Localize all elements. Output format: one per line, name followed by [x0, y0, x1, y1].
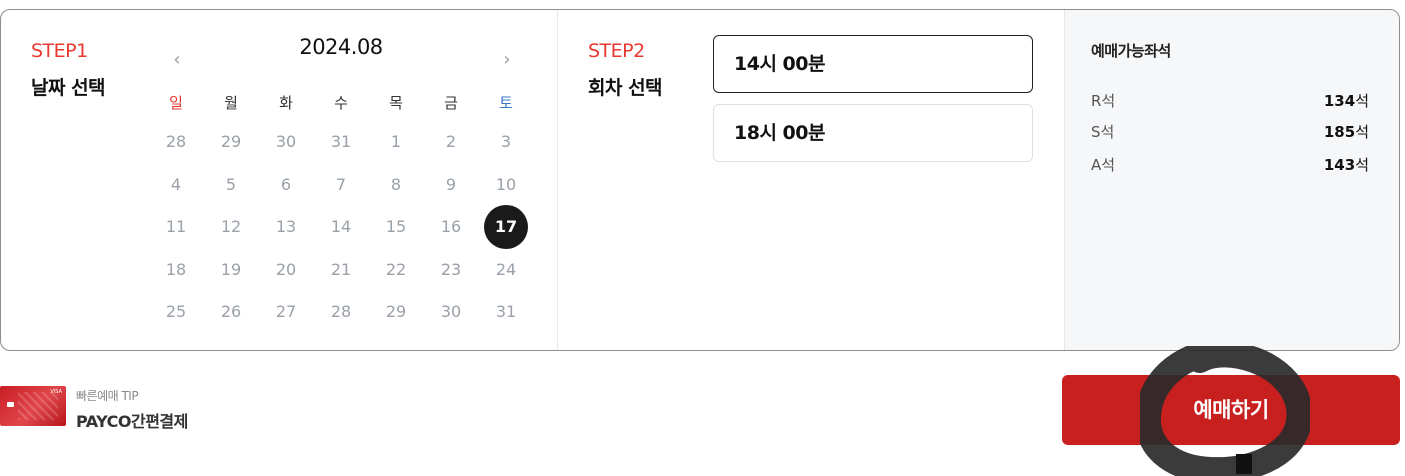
- available-seats-section: 예매가능좌석 R석 134석 S석 185석 A석 143석: [1065, 10, 1399, 350]
- available-seats-title: 예매가능좌석: [1091, 42, 1171, 60]
- card-brand-label: VISA: [50, 389, 62, 395]
- seat-row-a: A석 143석: [1091, 154, 1369, 176]
- calendar-day[interactable]: 17: [484, 205, 528, 249]
- calendar-day[interactable]: 6: [264, 163, 308, 207]
- calendar-day[interactable]: 2: [429, 120, 473, 164]
- book-button[interactable]: 예매하기: [1062, 375, 1400, 445]
- calendar-day[interactable]: 21: [319, 248, 363, 292]
- calendar-day[interactable]: 22: [374, 248, 418, 292]
- weekday-label: 목: [389, 94, 403, 112]
- calendar-day[interactable]: 10: [484, 163, 528, 207]
- calendar-day[interactable]: 13: [264, 205, 308, 249]
- calendar-day[interactable]: 3: [484, 120, 528, 164]
- seat-count: 143석: [1323, 156, 1369, 174]
- calendar-day[interactable]: 4: [154, 163, 198, 207]
- calendar-day[interactable]: 31: [484, 290, 528, 334]
- step2-label: STEP2: [588, 40, 645, 62]
- calendar-day[interactable]: 5: [209, 163, 253, 207]
- seat-count: 185석: [1323, 123, 1369, 141]
- weekday-label: 화: [279, 94, 293, 112]
- calendar-day[interactable]: 18: [154, 248, 198, 292]
- calendar-day[interactable]: 26: [209, 290, 253, 334]
- calendar-day[interactable]: 31: [319, 120, 363, 164]
- seat-row-r: R석 134석: [1091, 90, 1369, 112]
- calendar-day[interactable]: 28: [154, 120, 198, 164]
- next-month-icon[interactable]: ›: [495, 48, 519, 72]
- calendar-day[interactable]: 14: [319, 205, 363, 249]
- calendar-day[interactable]: 15: [374, 205, 418, 249]
- calendar-day[interactable]: 1: [374, 120, 418, 164]
- calendar-day[interactable]: 9: [429, 163, 473, 207]
- calendar-day[interactable]: 29: [374, 290, 418, 334]
- calendar-day[interactable]: 27: [264, 290, 308, 334]
- weekday-label: 일: [169, 94, 183, 112]
- time-option-1800[interactable]: 18시 00분: [713, 104, 1033, 162]
- time-option-1400[interactable]: 14시 00분: [713, 35, 1033, 93]
- weekday-label: 수: [334, 94, 348, 112]
- calendar-day[interactable]: 16: [429, 205, 473, 249]
- seat-count: 134석: [1323, 92, 1369, 110]
- calendar-day[interactable]: 11: [154, 205, 198, 249]
- step1-title: 날짜 선택: [31, 77, 106, 99]
- calendar-day[interactable]: 7: [319, 163, 363, 207]
- calendar-day[interactable]: 8: [374, 163, 418, 207]
- calendar-day[interactable]: 20: [264, 248, 308, 292]
- booking-panel: STEP1 날짜 선택 ‹ 2024.08 › 일월화수목금토 28 29 30 31…: [0, 9, 1400, 351]
- calendar-day[interactable]: 24: [484, 248, 528, 292]
- tip-label: 빠른예매 TIP: [76, 389, 139, 403]
- calendar-day[interactable]: 19: [209, 248, 253, 292]
- calendar-day[interactable]: 28: [319, 290, 363, 334]
- calendar-day[interactable]: 25: [154, 290, 198, 334]
- weekday-label: 금: [444, 94, 458, 112]
- calendar-day[interactable]: 30: [429, 290, 473, 334]
- weekday-label: 월: [224, 94, 238, 112]
- time-selection-section: STEP2 회차 선택 14시 00분 18시 00분: [558, 10, 1065, 350]
- payco-card-icon: VISA: [0, 386, 66, 426]
- calendar-day[interactable]: 30: [264, 120, 308, 164]
- seat-grade: S석: [1091, 123, 1115, 141]
- calendar-month: 2024.08: [299, 35, 383, 59]
- weekday-label: 토: [499, 94, 513, 112]
- step1-label: STEP1: [31, 40, 88, 62]
- calendar-day[interactable]: 12: [209, 205, 253, 249]
- seat-grade: R석: [1091, 92, 1116, 110]
- prev-month-icon[interactable]: ‹: [165, 48, 189, 72]
- calendar-day[interactable]: 23: [429, 248, 473, 292]
- payco-link[interactable]: PAYCO간편결제: [76, 408, 188, 432]
- date-selection-section: STEP1 날짜 선택 ‹ 2024.08 › 일월화수목금토 28 29 30 31…: [1, 10, 558, 350]
- step2-title: 회차 선택: [588, 77, 663, 99]
- seat-grade: A석: [1091, 156, 1116, 174]
- seat-row-s: S석 185석: [1091, 121, 1369, 143]
- calendar-day[interactable]: 29: [209, 120, 253, 164]
